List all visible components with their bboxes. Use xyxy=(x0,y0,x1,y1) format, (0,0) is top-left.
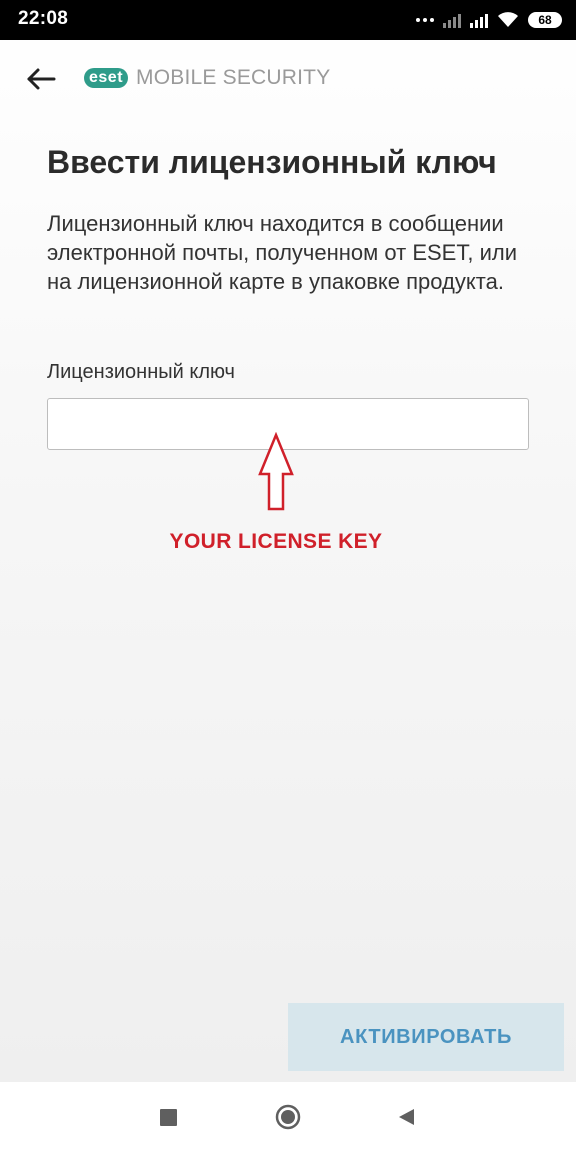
more-dots-icon xyxy=(416,18,434,22)
app-header: eset MOBILE SECURITY xyxy=(0,40,576,116)
navigation-bar xyxy=(0,1082,576,1152)
status-icons: 68 xyxy=(416,9,562,31)
arrow-left-icon[interactable] xyxy=(22,60,60,98)
status-bar: 22:08 68 xyxy=(0,0,576,40)
signal-icon xyxy=(470,12,488,28)
brand-text: MOBILE SECURITY xyxy=(136,66,331,89)
license-key-label: Лицензионный ключ xyxy=(47,361,235,383)
eset-logo: eset xyxy=(84,68,129,88)
description: Лицензионный ключ находится в сообщении … xyxy=(47,211,517,294)
status-time: 22:08 xyxy=(18,8,69,29)
back-triangle-icon[interactable] xyxy=(396,1107,416,1127)
signal-icon xyxy=(443,12,461,28)
arrow-up-annotation-icon xyxy=(258,432,294,511)
battery-level: 68 xyxy=(538,13,552,27)
recents-square-icon[interactable] xyxy=(160,1109,177,1126)
annotation-text: YOUR LICENSE KEY xyxy=(169,530,383,553)
home-circle-icon[interactable] xyxy=(275,1104,301,1130)
brand: eset MOBILE SECURITY xyxy=(84,66,330,90)
page-title: Ввести лицензионный ключ xyxy=(47,144,497,180)
wifi-icon xyxy=(498,12,518,27)
battery-icon: 68 xyxy=(528,12,562,28)
activate-button[interactable]: АКТИВИРОВАТЬ xyxy=(288,1003,564,1071)
